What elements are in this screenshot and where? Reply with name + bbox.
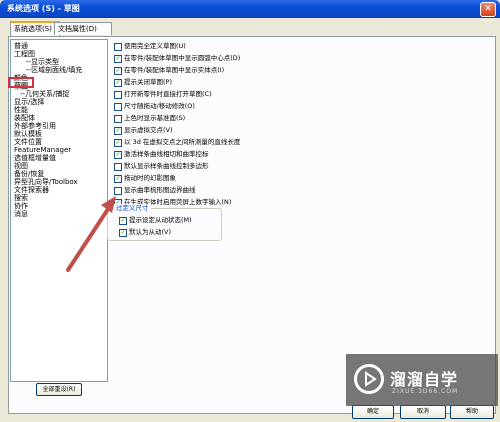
tree-item-spin-increments[interactable]: 选值框增量值 [14, 154, 56, 162]
option-label: 显示曲率梳形图边界曲线 [124, 186, 196, 194]
tree-item-display-type[interactable]: --显示类型 [26, 58, 59, 66]
option-label: 尺寸随拖动/移动修改(O) [124, 102, 195, 110]
checkbox[interactable] [114, 115, 122, 123]
option-label: 提示设定从动状态(M) [129, 216, 192, 224]
checkbox[interactable] [114, 91, 122, 99]
tree-item-general[interactable]: 普通 [14, 42, 28, 50]
tree-item-external-refs[interactable]: 外部参考引用 [14, 122, 56, 130]
tree-item-featuremanager[interactable]: FeatureManager [14, 146, 71, 154]
watermark: 溜溜自学 ZIXUE.3D66.COM [346, 354, 498, 406]
checkbox[interactable] [114, 103, 122, 111]
options-tree[interactable]: 普通 工程图 --显示类型 --区域剖面线/填充 颜色 草图 --几何关系/捕捉… [10, 39, 108, 382]
tree-item-view[interactable]: 视图 [14, 162, 28, 170]
tree-item-label: 显示类型 [31, 58, 60, 66]
option-label: 激活样条曲线相切和曲率控标 [124, 150, 209, 158]
checkbox[interactable]: ✓ [114, 79, 122, 87]
tree-item-performance[interactable]: 性能 [14, 106, 28, 114]
checkbox[interactable] [114, 43, 122, 51]
window-title: 系统选项 (S) - 草图 [7, 4, 80, 13]
checkbox[interactable]: ✓ [114, 67, 122, 75]
checkbox[interactable]: ✓ [119, 217, 127, 225]
checkbox[interactable]: ✓ [114, 55, 122, 63]
option-label: 以 3d 在虚拟交点之间所测量的直线长度 [124, 138, 241, 146]
option-label: 打开新零件时直接打开草图(C) [124, 90, 212, 98]
tree-item-collaboration[interactable]: 协作 [14, 202, 28, 210]
checkbox[interactable]: ✓ [114, 175, 122, 183]
help-button[interactable]: 帮助 [450, 405, 494, 419]
option-label: 在零件/装配体草图中显示圆弧中心点(D) [124, 54, 241, 62]
tree-item-backup[interactable]: 备份/恢复 [14, 170, 44, 178]
checkbox[interactable] [114, 163, 122, 171]
tab-document-properties[interactable]: 文档属性(D) [54, 22, 112, 35]
option-label: 显示虚拟交点(V) [124, 126, 173, 134]
tree-item-relations[interactable]: --几何关系/捕捉 [20, 90, 69, 98]
option-label: 上色时显示基准面(S) [124, 114, 186, 122]
tree-item-hole-wizard[interactable]: 异型孔向导/Toolbox [14, 178, 78, 186]
watermark-text: 溜溜自学 [390, 370, 459, 389]
option-label: 拖动时的幻影图象 [124, 174, 176, 182]
option-label: 在零件/装配体草图中显示实体点(I) [124, 66, 225, 74]
watermark-url: ZIXUE.3D66.COM [392, 388, 459, 395]
tree-item-file-locations[interactable]: 文件位置 [14, 138, 42, 146]
title-bar: 系统选项 (S) - 草图 ✕ [0, 0, 500, 18]
checkbox[interactable] [114, 187, 122, 195]
tree-item-area-hatch[interactable]: --区域剖面线/填充 [26, 66, 82, 74]
tree-item-display-selection[interactable]: 显示/选择 [14, 98, 44, 106]
checkbox[interactable]: ✓ [119, 229, 127, 237]
option-label: 提示关闭草图(P) [124, 78, 172, 86]
highlight-box [8, 77, 34, 88]
overdefine-group-title: 过定义尺寸 [114, 204, 151, 212]
close-button[interactable]: ✕ [480, 2, 496, 17]
reset-all-button[interactable]: 全部重设(R) [36, 383, 82, 396]
option-label: 使用完全定义草图(U) [124, 42, 186, 50]
checkbox[interactable]: ✓ [114, 151, 122, 159]
option-label: 默认显示样条曲线控制多边形 [124, 162, 209, 170]
tree-item-messages[interactable]: 消息 [14, 210, 28, 218]
tab-system-options[interactable]: 系统选项(S) [10, 21, 60, 37]
tree-item-label: 区域剖面线/填充 [31, 66, 83, 74]
play-logo-icon [354, 364, 384, 394]
tree-item-label: 几何关系/捕捉 [25, 90, 70, 98]
tree-item-assemblies[interactable]: 装配体 [14, 114, 35, 122]
tree-item-file-explorer[interactable]: 文件探索器 [14, 186, 49, 194]
cancel-button[interactable]: 取消 [400, 405, 446, 419]
tree-item-drawings[interactable]: 工程图 [14, 50, 35, 58]
ok-button[interactable]: 确定 [352, 405, 394, 419]
tree-item-search[interactable]: 搜索 [14, 194, 28, 202]
checkbox[interactable]: ✓ [114, 139, 122, 147]
checkbox[interactable]: ✓ [114, 127, 122, 135]
option-label: 默认为从动(V) [129, 228, 172, 236]
tree-item-default-templates[interactable]: 默认模板 [14, 130, 42, 138]
